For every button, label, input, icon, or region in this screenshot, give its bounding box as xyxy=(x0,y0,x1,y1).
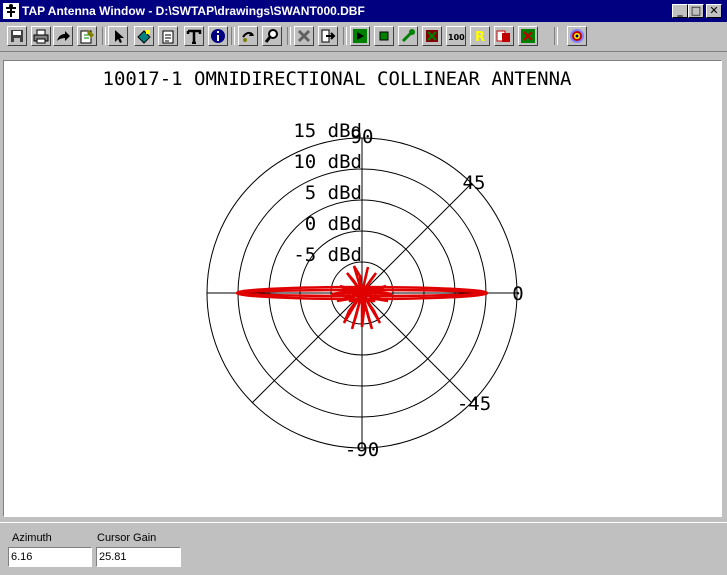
print-icon xyxy=(33,29,49,44)
target-icon xyxy=(570,29,584,43)
info-icon xyxy=(211,29,225,43)
zoom-button[interactable] xyxy=(262,26,282,46)
ring-label-minus5: -5 dBd xyxy=(293,244,362,266)
r-yellow-icon: R xyxy=(475,30,485,44)
toolbar-separator xyxy=(102,27,106,45)
azimuth-label: Azimuth xyxy=(12,532,52,544)
cursor-gain-field[interactable]: 25.81 xyxy=(96,547,181,567)
svg-text:100%: 100% xyxy=(448,33,466,42)
cut-red-icon xyxy=(426,30,438,42)
probe-button[interactable] xyxy=(398,26,418,46)
export-button[interactable] xyxy=(53,26,73,46)
antenna-app-icon xyxy=(3,3,19,19)
grid-green-icon xyxy=(521,29,535,43)
zoom-icon xyxy=(264,29,278,43)
toolbar-separator xyxy=(554,27,558,45)
clipboard-icon xyxy=(162,30,174,44)
info-button[interactable] xyxy=(208,26,228,46)
close-button[interactable]: ✕ xyxy=(706,4,722,18)
export-icon xyxy=(57,31,70,41)
import-button[interactable] xyxy=(318,26,338,46)
toolbar-separator xyxy=(231,27,235,45)
r-yellow-button[interactable]: R xyxy=(470,26,490,46)
text-button[interactable] xyxy=(184,26,204,46)
cursor-gain-label: Cursor Gain xyxy=(97,532,157,544)
rotate-icon xyxy=(242,31,254,42)
polar-plot[interactable]: 10017-1 OMNIDIRECTIONAL COLLINEAR ANTENN… xyxy=(4,61,721,516)
pointer-button[interactable] xyxy=(108,26,128,46)
angle-label-45: 45 xyxy=(463,172,486,194)
rotate-button[interactable] xyxy=(238,26,258,46)
ring-label-0: 0 dBd xyxy=(305,213,362,235)
play-green-button[interactable] xyxy=(350,26,370,46)
play-green-icon xyxy=(353,29,367,43)
delete-button[interactable] xyxy=(294,26,314,46)
angle-label-minus45: -45 xyxy=(457,393,491,415)
svg-text:R: R xyxy=(475,30,485,44)
copy-red-button[interactable] xyxy=(494,26,514,46)
zoom-100-button[interactable]: 100% xyxy=(446,26,466,46)
angle-label-90: 90 xyxy=(351,126,374,148)
window-title: TAP Antenna Window - D:\SWTAP\drawings\S… xyxy=(22,4,365,18)
paint-icon xyxy=(137,30,151,44)
minimize-button[interactable]: _ xyxy=(672,4,688,18)
title-bar[interactable]: TAP Antenna Window - D:\SWTAP\drawings\S… xyxy=(0,0,727,22)
angle-label-0: 0 xyxy=(512,283,523,305)
target-button[interactable] xyxy=(567,26,587,46)
text-icon xyxy=(186,29,202,44)
import-icon xyxy=(321,29,336,43)
angle-label-minus90: -90 xyxy=(345,439,379,461)
stop-green-button[interactable] xyxy=(374,26,394,46)
maximize-button[interactable]: □ xyxy=(688,4,704,18)
cut-red-button[interactable] xyxy=(422,26,442,46)
toolbar: 100% R xyxy=(0,22,727,52)
axis-diag-minus45 xyxy=(361,292,473,404)
status-panel: Azimuth 6.16 Cursor Gain 25.81 xyxy=(0,522,727,575)
clipboard-button[interactable] xyxy=(158,26,178,46)
ring-label-10: 10 dBd xyxy=(293,151,362,173)
save-button[interactable] xyxy=(7,26,27,46)
save-icon xyxy=(11,30,23,42)
paint-button[interactable] xyxy=(134,26,154,46)
edit-button[interactable] xyxy=(77,26,97,46)
toolbar-separator xyxy=(287,27,291,45)
edit-icon xyxy=(80,30,94,44)
toolbar-separator xyxy=(343,27,347,45)
stop-green-icon xyxy=(379,31,389,41)
plot-canvas[interactable]: 10017-1 OMNIDIRECTIONAL COLLINEAR ANTENN… xyxy=(3,60,722,517)
print-button[interactable] xyxy=(31,26,51,46)
grid-green-button[interactable] xyxy=(518,26,538,46)
azimuth-field[interactable]: 6.16 xyxy=(8,547,92,567)
delete-icon xyxy=(297,29,311,43)
plot-title: 10017-1 OMNIDIRECTIONAL COLLINEAR ANTENN… xyxy=(103,68,573,90)
copy-red-icon xyxy=(496,30,510,42)
pointer-icon xyxy=(115,30,124,43)
zoom-100-icon: 100% xyxy=(448,33,466,42)
probe-icon xyxy=(401,29,415,43)
ring-label-5: 5 dBd xyxy=(305,182,362,204)
